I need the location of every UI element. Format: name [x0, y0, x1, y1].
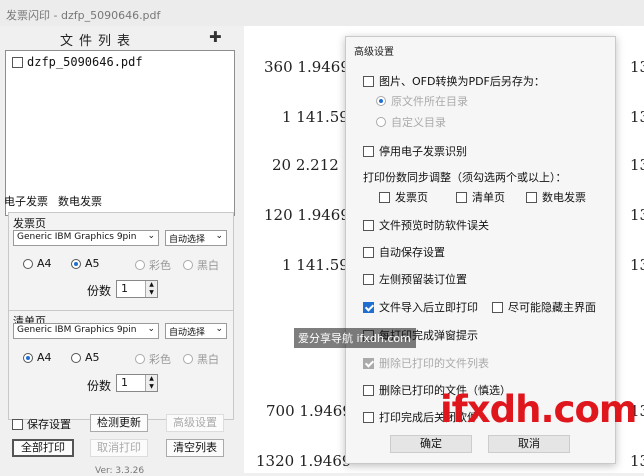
save-image-as-pdf-checkbox[interactable]: 图片、OFD转换为PDF后另存为：	[363, 73, 545, 89]
copies-stepper[interactable]: 1 ▲ ▼	[116, 280, 158, 298]
disable-einvoice-checkbox[interactable]: 停用电子发票识别	[363, 143, 467, 159]
sync-list-checkbox[interactable]: 清单页	[456, 189, 505, 205]
radio-custom-dir[interactable]: 自定义目录	[376, 114, 446, 130]
invoice-page-group: 发票页 Generic IBM Graphics 9pin ⌄ 自动选择 ⌄ A…	[8, 212, 234, 312]
watermark-logo: ifxdh.com	[440, 388, 637, 431]
antivirus-checkbox[interactable]: 文件预览时防软件误关	[363, 217, 489, 233]
radio-a4[interactable]: A4	[23, 351, 52, 364]
check-update-button[interactable]: 检测更新	[90, 414, 148, 432]
group-title: 发票页	[13, 217, 46, 230]
window-title: 发票闪印 - dzfp_5090646.pdf	[0, 0, 644, 26]
radio-bw[interactable]: 黑白	[183, 257, 219, 273]
watermark-bar: 爱分享导航 ifxdh.com	[294, 328, 416, 348]
list-item[interactable]: dzfp_5090646.pdf	[12, 55, 143, 69]
preview-row-right: 13	[630, 452, 644, 470]
left-panel: 文件列表 ✚ dzfp_5090646.pdf 电子发票 数电发票 发票页 Ge…	[0, 26, 244, 476]
cancel-print-button[interactable]: 取消打印	[90, 439, 148, 457]
printer-select[interactable]: Generic IBM Graphics 9pin ⌄	[13, 323, 159, 339]
radio-a4[interactable]: A4	[23, 257, 52, 270]
file-checkbox[interactable]	[12, 56, 23, 68]
preview-row-right: 13	[630, 58, 644, 76]
print-all-button[interactable]: 全部打印	[12, 439, 74, 457]
sync-digital-checkbox[interactable]: 数电发票	[526, 189, 586, 205]
copies-value: 1	[121, 376, 128, 389]
copies-label: 份数	[87, 379, 112, 393]
cancel-button[interactable]: 取消	[488, 435, 570, 453]
file-list-title: 文件列表	[60, 34, 137, 49]
printer-select[interactable]: Generic IBM Graphics 9pin ⌄	[13, 230, 159, 246]
remove-printed-list-checkbox[interactable]: 删除已打印的文件列表	[363, 355, 489, 371]
hide-main-window-checkbox[interactable]: 尽可能隐藏主界面	[492, 299, 596, 315]
mode-value: 自动选择	[169, 235, 206, 245]
preview-row: 1320 1.9469	[256, 452, 352, 470]
preview-row-right: 13	[630, 156, 644, 174]
stepper-up-icon[interactable]: ▲	[145, 375, 157, 383]
printer-value: Generic IBM Graphics 9pin	[17, 325, 137, 335]
sync-invoice-checkbox[interactable]: 发票页	[379, 189, 428, 205]
autosave-checkbox[interactable]: 自动保存设置	[363, 244, 445, 260]
radio-color[interactable]: 彩色	[135, 257, 171, 273]
printer-value: Generic IBM Graphics 9pin	[17, 232, 137, 242]
radio-color[interactable]: 彩色	[135, 351, 171, 367]
print-on-import-checkbox[interactable]: 文件导入后立即打印	[363, 299, 478, 315]
radio-a5[interactable]: A5	[71, 351, 100, 364]
preview-row: 120 1.9469	[264, 206, 350, 224]
preview-row: 20 2.212	[272, 156, 339, 174]
preview-row-right: 13	[630, 206, 644, 224]
mode-select[interactable]: 自动选择 ⌄	[165, 230, 227, 246]
chevron-down-icon: ⌄	[215, 231, 223, 241]
chevron-down-icon: ⌄	[147, 231, 155, 241]
copies-value: 1	[121, 282, 128, 295]
mode-select[interactable]: 自动选择 ⌄	[165, 323, 227, 339]
stepper-down-icon[interactable]: ▼	[145, 289, 157, 297]
file-list[interactable]: dzfp_5090646.pdf	[5, 50, 235, 216]
preview-row: 700 1.9469	[266, 402, 352, 420]
copies-label: 份数	[87, 284, 112, 298]
file-name: dzfp_5090646.pdf	[27, 55, 143, 69]
radio-bw[interactable]: 黑白	[183, 351, 219, 367]
preview-row: 360 1.9469	[264, 58, 350, 76]
dialog-title: 高级设置	[354, 47, 394, 58]
tab-bar: 电子发票 数电发票	[4, 193, 102, 209]
binding-margin-checkbox[interactable]: 左侧预留装订位置	[363, 271, 467, 287]
radio-a5[interactable]: A5	[71, 257, 100, 270]
preview-row-right: 13	[630, 108, 644, 126]
tab-digital-invoice[interactable]: 数电发票	[58, 193, 102, 209]
version-label: Ver: 3.3.26	[95, 466, 145, 476]
radio-source-dir[interactable]: 原文件所在目录	[376, 93, 468, 109]
chevron-down-icon: ⌄	[147, 324, 155, 334]
sync-copies-label: 打印份数同步调整（须勾选两个或以上）：	[363, 171, 567, 184]
save-settings-checkbox[interactable]: 保存设置	[12, 416, 71, 432]
clear-list-button[interactable]: 清空列表	[166, 439, 224, 457]
add-file-icon[interactable]: ✚	[209, 28, 222, 46]
chevron-down-icon: ⌄	[215, 324, 223, 334]
list-page-group: 清单页 Generic IBM Graphics 9pin ⌄ 自动选择 ⌄ A…	[8, 310, 234, 420]
advanced-settings-button[interactable]: 高级设置	[166, 414, 224, 432]
stepper-up-icon[interactable]: ▲	[145, 281, 157, 289]
tab-e-invoice[interactable]: 电子发票	[4, 193, 48, 209]
preview-row-right: 13	[630, 256, 644, 274]
copies-stepper[interactable]: 1 ▲ ▼	[116, 374, 158, 392]
stepper-down-icon[interactable]: ▼	[145, 383, 157, 391]
mode-value: 自动选择	[169, 328, 206, 338]
ok-button[interactable]: 确定	[390, 435, 472, 453]
